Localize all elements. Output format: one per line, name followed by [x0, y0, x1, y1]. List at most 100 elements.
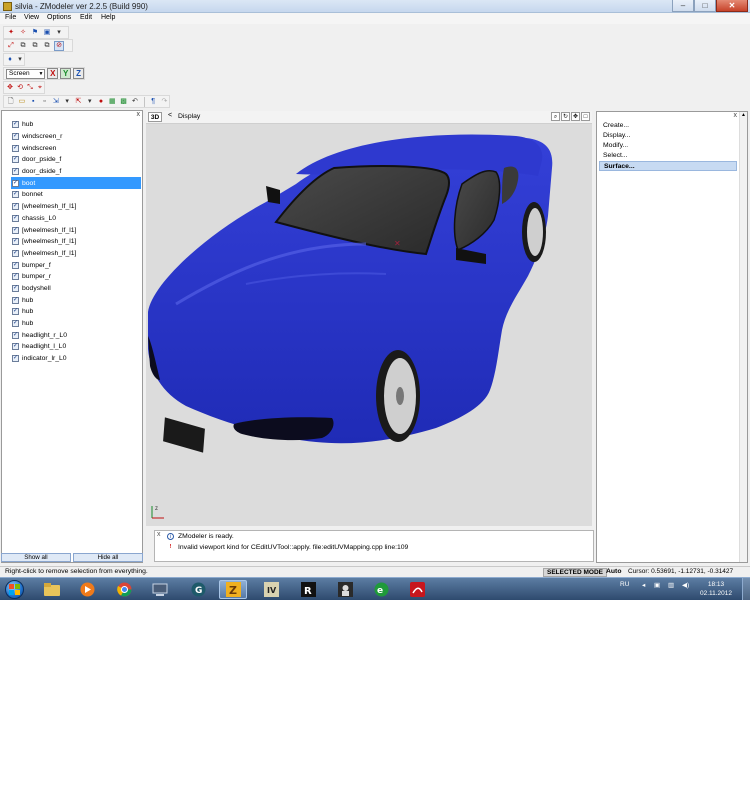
zoom-extents-icon[interactable]: ⤢: [6, 41, 16, 51]
visibility-checkbox[interactable]: ✓: [12, 156, 19, 164]
script-icon[interactable]: ¶: [148, 97, 157, 107]
new-file-icon[interactable]: 🗋: [6, 97, 15, 107]
taskbar-rockstar-icon[interactable]: R: [294, 580, 322, 599]
taskbar-gta-iv-icon[interactable]: IV: [257, 580, 285, 599]
object-list-item[interactable]: ✓ bumper_f: [11, 259, 141, 271]
visibility-checkbox[interactable]: ✓: [12, 320, 19, 328]
object-list-item[interactable]: ✓ chassis_L0: [11, 213, 141, 225]
zoom-icon[interactable]: ⌕: [551, 112, 560, 121]
object-list-item[interactable]: ✓ headlight_r_L0: [11, 329, 141, 341]
walk-tool-icon[interactable]: ⚑: [30, 28, 40, 38]
record-icon[interactable]: ●: [96, 97, 105, 107]
axis-z-toggle[interactable]: Z: [73, 68, 84, 79]
minimize-button[interactable]: –: [672, 0, 694, 12]
menu-options[interactable]: Options: [47, 14, 71, 21]
visibility-checkbox[interactable]: ✓: [12, 191, 19, 199]
menu-help[interactable]: Help: [101, 14, 115, 21]
material-editor-icon[interactable]: ▦: [108, 97, 117, 107]
taskbar-pdf-reader-icon[interactable]: [403, 580, 431, 599]
show-all-button[interactable]: Show all: [1, 553, 71, 562]
open-folder-icon[interactable]: ▭: [17, 97, 26, 107]
taskbar-game-app-icon[interactable]: [331, 580, 359, 599]
scale-tool-icon[interactable]: ⤡: [26, 83, 34, 93]
save-icon[interactable]: ▪: [29, 97, 38, 107]
object-list-item[interactable]: ✓ headlight_l_L0: [11, 341, 141, 353]
object-list-item[interactable]: ✓ [wheelmesh_lf_l1]: [11, 201, 141, 213]
visibility-checkbox[interactable]: ✓: [12, 308, 19, 316]
object-list-item[interactable]: ✓ [wheelmesh_lf_l1]: [11, 224, 141, 236]
export-icon[interactable]: ⇱: [74, 97, 83, 107]
visibility-checkbox[interactable]: ✓: [12, 203, 19, 211]
start-button[interactable]: [5, 580, 24, 599]
object-list-item[interactable]: ✓ indicator_lr_L0: [11, 353, 141, 365]
taskbar-green-app-icon[interactable]: e: [367, 580, 395, 599]
visibility-checkbox[interactable]: ✓: [12, 133, 19, 141]
command-select[interactable]: Select...: [599, 151, 737, 161]
visibility-checkbox[interactable]: ✓: [12, 331, 19, 339]
close-panel-icon[interactable]: x: [734, 112, 738, 119]
undo-icon[interactable]: ↶: [130, 97, 139, 107]
close-button[interactable]: ✕: [716, 0, 748, 12]
visibility-checkbox[interactable]: ✓: [12, 343, 19, 351]
menu-file[interactable]: File: [5, 14, 16, 21]
maximize-button[interactable]: □: [694, 0, 716, 12]
taskbar-media-player-icon[interactable]: [73, 580, 101, 599]
selection-mode-indicator[interactable]: SELECTED MODE: [543, 568, 607, 577]
visibility-checkbox[interactable]: ✓: [12, 284, 19, 292]
visibility-checkbox[interactable]: ✓: [12, 121, 19, 129]
object-list-item[interactable]: ✓ hub: [11, 119, 141, 131]
object-list-item[interactable]: ✓ bodyshell: [11, 283, 141, 295]
object-list-item[interactable]: ✓ hub: [11, 294, 141, 306]
dropdown-arrow-icon[interactable]: ▾: [85, 97, 94, 107]
volume-icon[interactable]: ◀): [682, 581, 689, 589]
visibility-checkbox[interactable]: ✓: [12, 273, 19, 281]
tray-app-icon[interactable]: ▣: [654, 581, 660, 589]
object-list-item[interactable]: ✓ boot: [11, 177, 141, 190]
object-list-item[interactable]: ✓ door_dside_f: [11, 166, 141, 178]
dropdown-arrow-icon[interactable]: ▾: [16, 55, 24, 65]
visibility-checkbox[interactable]: ✓: [12, 179, 19, 187]
paint-drop-icon[interactable]: ♦: [6, 55, 14, 65]
object-list-item[interactable]: ✓ bonnet: [11, 189, 141, 201]
command-display[interactable]: Display...: [599, 131, 737, 141]
visibility-checkbox[interactable]: ✓: [12, 261, 19, 269]
language-indicator[interactable]: RU: [620, 581, 629, 588]
visibility-checkbox[interactable]: ✓: [12, 249, 19, 257]
visibility-checkbox[interactable]: ✓: [12, 214, 19, 222]
rotate-view-icon[interactable]: ↻: [561, 112, 570, 121]
copy-icon[interactable]: ⧉: [18, 41, 28, 51]
maximize-viewport-icon[interactable]: □: [581, 112, 590, 121]
save-as-icon[interactable]: ▫: [40, 97, 49, 107]
redo-icon[interactable]: ↷: [160, 97, 169, 107]
taskbar-server-icon[interactable]: [146, 580, 174, 599]
visibility-checkbox[interactable]: ✓: [12, 168, 19, 176]
rotate-tool-icon[interactable]: ⟲: [16, 83, 24, 93]
close-log-icon[interactable]: x: [157, 531, 161, 538]
taskbar-zmodeler-icon[interactable]: Z: [219, 580, 247, 599]
object-list-item[interactable]: ✓ hub: [11, 306, 141, 318]
menu-edit[interactable]: Edit: [80, 14, 92, 21]
import-icon[interactable]: ⇲: [51, 97, 60, 107]
tray-arrow-icon[interactable]: ◂: [642, 581, 645, 589]
close-panel-icon[interactable]: x: [137, 111, 141, 118]
view-mode-label[interactable]: 3D: [148, 112, 162, 122]
menu-view[interactable]: View: [24, 14, 39, 21]
axis-x-toggle[interactable]: X: [47, 68, 59, 79]
move-tool-icon[interactable]: ✥: [6, 83, 14, 93]
scroll-up-icon[interactable]: ▲: [740, 112, 747, 118]
axis-y-toggle[interactable]: Y: [60, 68, 72, 79]
taskbar-chrome-icon[interactable]: [110, 580, 138, 599]
hide-all-button[interactable]: Hide all: [73, 553, 143, 562]
visibility-checkbox[interactable]: ✓: [12, 296, 19, 304]
texture-icon[interactable]: ▩: [119, 97, 128, 107]
coordinate-system-select[interactable]: Screen ▼: [6, 68, 46, 79]
auto-indicator[interactable]: Auto: [606, 568, 621, 575]
object-list-item[interactable]: ✓ windscreen_r: [11, 131, 141, 143]
visibility-checkbox[interactable]: ✓: [12, 144, 19, 152]
taskbar-explorer-icon[interactable]: [38, 580, 66, 599]
command-surface[interactable]: Surface...: [599, 161, 737, 171]
command-modify[interactable]: Modify...: [599, 141, 737, 151]
duplicate-icon[interactable]: ⧉: [30, 41, 40, 51]
select-tool-icon[interactable]: ✦: [6, 28, 16, 38]
network-icon[interactable]: ▥: [668, 581, 674, 589]
